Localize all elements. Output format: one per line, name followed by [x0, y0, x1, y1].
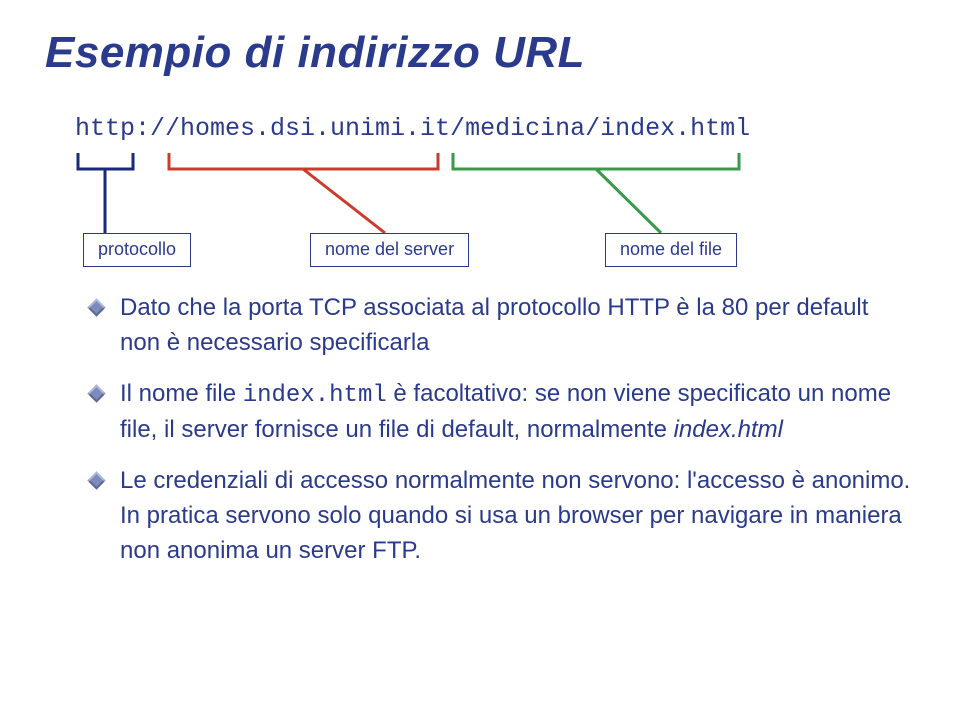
url-text: http://homes.dsi.unimi.it/medicina/index… — [75, 114, 914, 143]
code-text: index.html — [243, 382, 387, 409]
bullet-text: Il nome file — [120, 380, 243, 407]
list-item: Dato che la porta TCP associata al proto… — [90, 291, 914, 361]
label-file: nome del file — [605, 233, 737, 267]
slide-title: Esempio di indirizzo URL — [45, 28, 914, 78]
list-item: Il nome file index.html è facoltativo: s… — [90, 377, 914, 449]
italic-text: index.html — [674, 416, 783, 443]
label-server: nome del server — [310, 233, 469, 267]
bullet-text: Le credenziali di accesso normalmente no… — [120, 467, 910, 564]
url-diagram: protocollo nome del server nome del file — [75, 143, 914, 283]
bullet-list: Dato che la porta TCP associata al proto… — [90, 291, 914, 569]
label-protocollo: protocollo — [83, 233, 191, 267]
bullet-text: Dato che la porta TCP associata al proto… — [120, 294, 868, 356]
list-item: Le credenziali di accesso normalmente no… — [90, 464, 914, 568]
connector-lines — [75, 143, 895, 283]
